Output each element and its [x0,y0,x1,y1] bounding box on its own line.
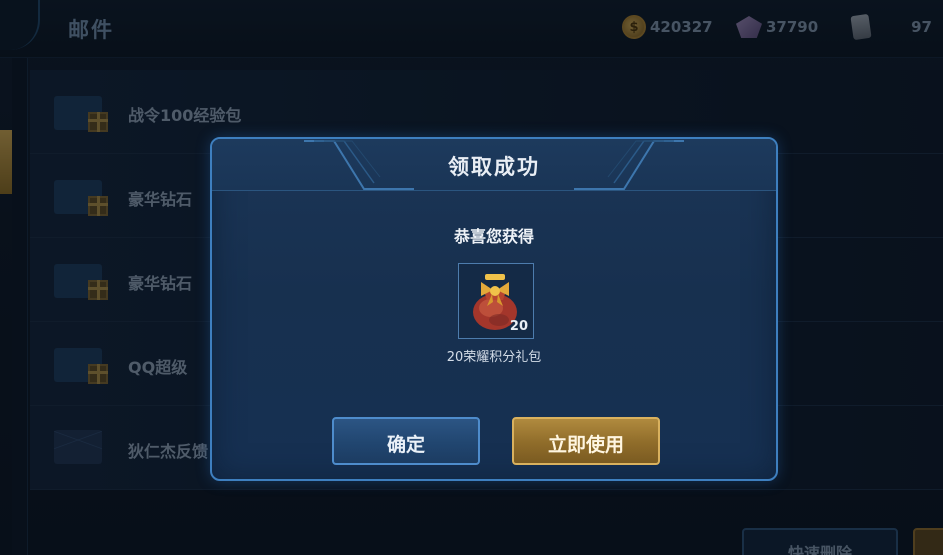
reward-quantity: 20 [509,319,528,334]
reward-dialog: 领取成功 恭喜您获得 20 20荣耀积分礼包 确定 立即使用 [210,137,778,481]
dialog-header: 领取成功 [212,139,776,191]
use-now-button[interactable]: 立即使用 [512,417,660,465]
confirm-button[interactable]: 确定 [332,417,480,465]
reward-item-slot[interactable]: 20 [458,263,534,339]
reward-name: 20荣耀积分礼包 [446,350,542,365]
congrats-message: 恭喜您获得 [453,227,534,246]
dialog-title: 领取成功 [448,155,540,179]
